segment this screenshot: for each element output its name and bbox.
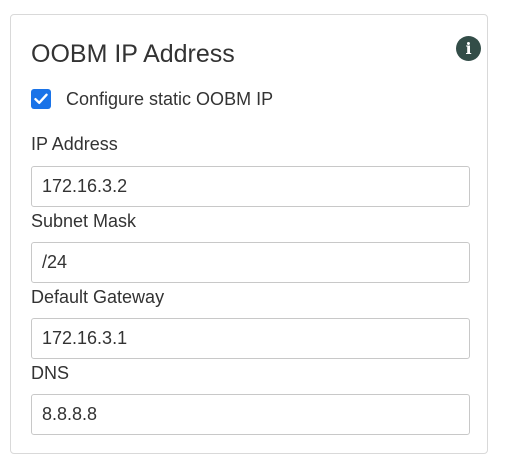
configure-static-oobm-ip-checkbox[interactable]	[31, 89, 51, 109]
subnet-mask-input[interactable]	[31, 242, 470, 283]
info-icon[interactable]: i	[456, 36, 481, 61]
configure-static-oobm-ip-label: Configure static OOBM IP	[66, 89, 274, 109]
checkmark-icon	[34, 93, 48, 104]
default-gateway-input[interactable]	[31, 318, 470, 359]
default-gateway-label: Default Gateway	[31, 287, 165, 307]
dns-label: DNS	[31, 363, 70, 383]
ip-address-label: IP Address	[31, 134, 118, 154]
subnet-mask-label: Subnet Mask	[31, 211, 137, 231]
static-oobm-ip-option: Configure static OOBM IP	[31, 87, 273, 111]
ip-address-input[interactable]	[31, 166, 470, 207]
dns-input[interactable]	[31, 394, 470, 435]
oobm-ip-address-panel: OOBM IP Address i Configure static OOBM …	[10, 14, 488, 454]
panel-title: OOBM IP Address	[31, 40, 235, 68]
